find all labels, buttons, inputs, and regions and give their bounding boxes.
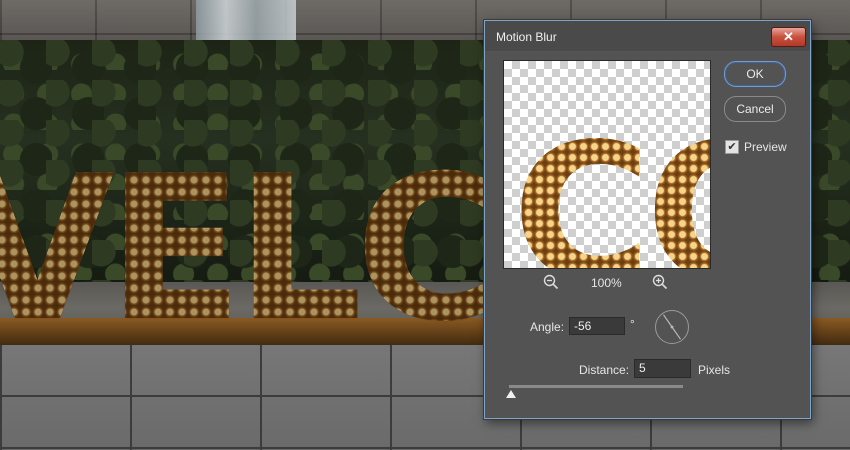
- close-button[interactable]: ✕: [771, 27, 806, 47]
- ok-button[interactable]: OK: [724, 61, 786, 87]
- distance-label: Distance:: [579, 363, 630, 377]
- close-icon: ✕: [783, 29, 794, 44]
- distance-input[interactable]: [634, 359, 691, 378]
- distance-unit: Pixels: [698, 363, 731, 377]
- preview-pane[interactable]: CO: [503, 60, 711, 269]
- angle-input[interactable]: [569, 317, 625, 335]
- zoom-level: 100%: [591, 276, 622, 290]
- distance-slider-track[interactable]: [509, 385, 683, 388]
- checkmark-icon: ✔: [727, 141, 737, 153]
- angle-dial[interactable]: [655, 310, 689, 344]
- zoom-bar: 100%: [503, 274, 709, 292]
- preview-letters: CO: [512, 119, 710, 269]
- zoom-in-icon[interactable]: [652, 274, 668, 290]
- degree-symbol: °: [630, 317, 635, 331]
- distance-slider-thumb[interactable]: [505, 390, 516, 398]
- zoom-out-icon[interactable]: [543, 274, 559, 290]
- dialog-title: Motion Blur: [496, 30, 557, 44]
- cancel-button[interactable]: Cancel: [724, 96, 786, 122]
- preview-checkbox[interactable]: ✔: [725, 140, 739, 154]
- angle-label: Angle:: [530, 320, 565, 334]
- dialog-titlebar[interactable]: Motion Blur ✕: [485, 21, 810, 51]
- preview-checkbox-label: Preview: [744, 140, 787, 154]
- motion-blur-dialog: Motion Blur ✕ CO 100% OK Cancel ✔ Previe…: [484, 20, 811, 419]
